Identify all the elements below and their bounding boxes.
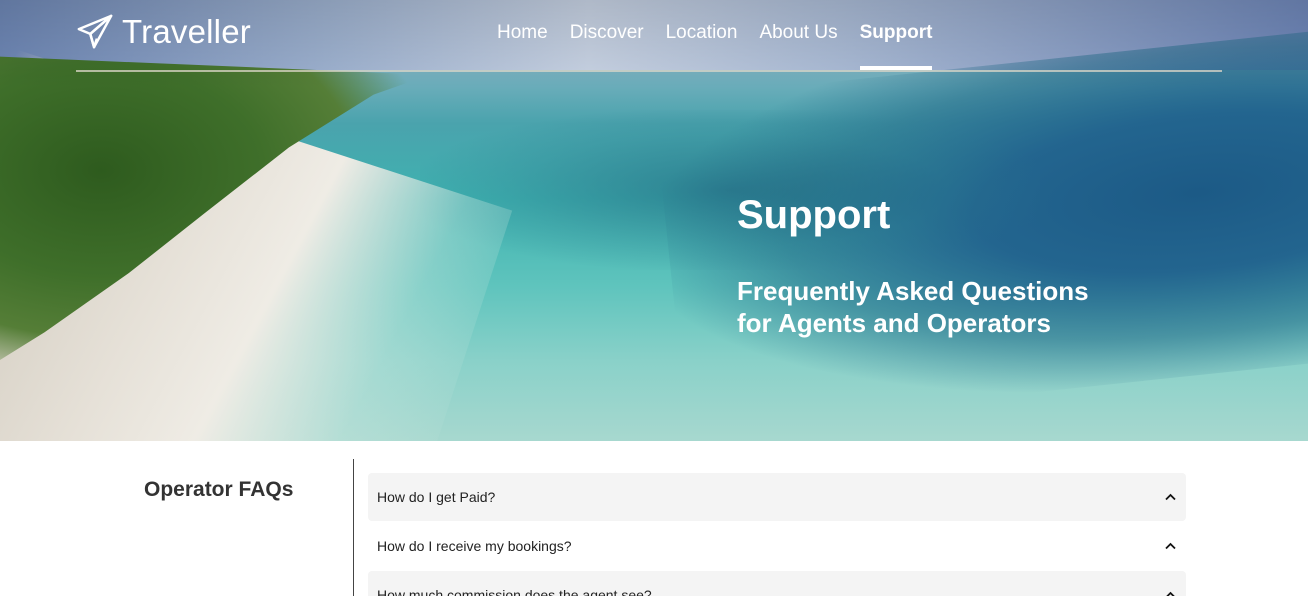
- subtitle-line-2: for Agents and Operators: [737, 308, 1051, 338]
- faq-heading: Operator FAQs: [144, 478, 294, 501]
- nav-about-us[interactable]: About Us: [759, 22, 837, 70]
- faq-item[interactable]: How much commission does the agent see?: [368, 571, 1186, 596]
- faq-item[interactable]: How do I get Paid?: [368, 473, 1186, 521]
- paper-plane-icon: [77, 14, 113, 49]
- nav-support[interactable]: Support: [859, 22, 932, 70]
- faq-list: How do I get Paid? How do I receive my b…: [368, 473, 1186, 596]
- brand-name: Traveller: [122, 13, 251, 50]
- nav-home[interactable]: Home: [497, 22, 548, 70]
- logo-link[interactable]: Traveller: [76, 12, 251, 52]
- page-subtitle: Frequently Asked Questions for Agents an…: [737, 275, 1157, 339]
- nav-discover[interactable]: Discover: [570, 22, 644, 70]
- faq-question: How do I receive my bookings?: [377, 538, 572, 554]
- nav-divider: [76, 70, 1222, 72]
- chevron-up-icon[interactable]: [1164, 540, 1176, 552]
- faq-divider: [353, 459, 354, 596]
- chevron-up-icon[interactable]: [1164, 491, 1176, 503]
- main-nav: Home Discover Location About Us Support: [497, 22, 932, 70]
- nav-location[interactable]: Location: [666, 22, 738, 70]
- hero-banner: Traveller Home Discover Location About U…: [0, 0, 1308, 441]
- faq-item[interactable]: How do I receive my bookings?: [368, 522, 1186, 570]
- chevron-up-icon[interactable]: [1164, 589, 1176, 596]
- subtitle-line-1: Frequently Asked Questions: [737, 276, 1089, 306]
- page-title: Support: [737, 193, 891, 237]
- faq-question: How much commission does the agent see?: [377, 587, 652, 596]
- faq-question: How do I get Paid?: [377, 489, 496, 505]
